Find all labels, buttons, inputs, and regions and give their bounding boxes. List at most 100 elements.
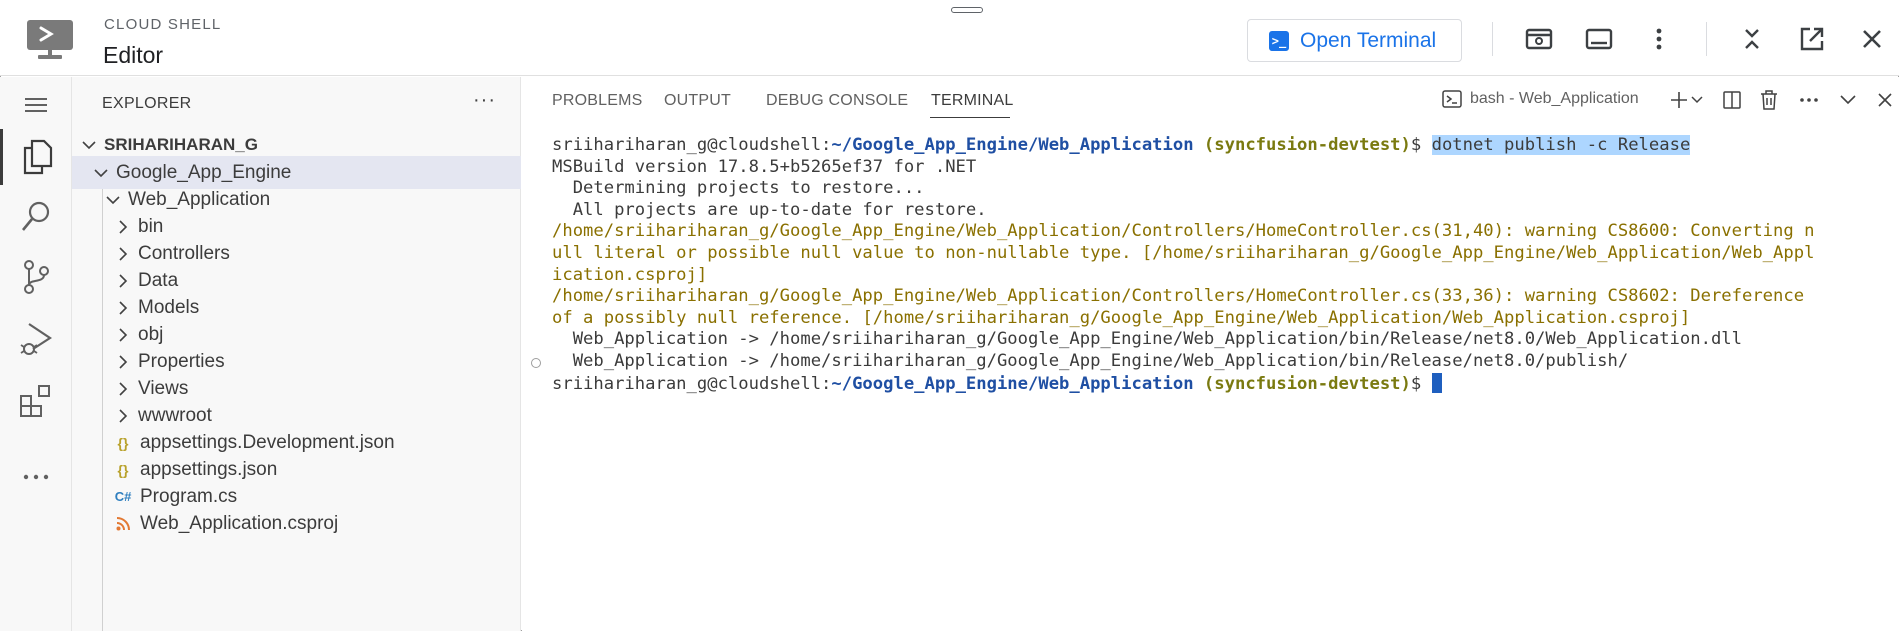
terminal-line: Web_Application -> /home/sriihariharan_g…: [552, 329, 1742, 350]
json-file-icon: {}: [117, 434, 129, 451]
tab-debug-console[interactable]: DEBUG CONSOLE: [766, 92, 908, 110]
more-horiz-icon: [23, 474, 49, 480]
explorer-activity[interactable]: [0, 129, 72, 185]
terminal-output[interactable]: sriihariharan_g@cloudshell:~/Google_App_…: [552, 135, 1892, 394]
close-button[interactable]: [1855, 22, 1889, 56]
tab-terminal[interactable]: TERMINAL: [931, 92, 1014, 110]
terminal-command: dotnet publish -c Release: [1431, 135, 1691, 155]
source-control-activity[interactable]: [0, 249, 72, 305]
close-icon: [1863, 30, 1881, 48]
chevron-right-icon: [114, 299, 132, 317]
hamburger-menu-icon: [25, 98, 47, 112]
prompt-path: ~/Google_App_Engine/Web_Application: [831, 135, 1194, 155]
run-debug-icon: [20, 323, 53, 355]
tree-item-label: appsettings.json: [140, 458, 278, 480]
search-activity[interactable]: [0, 189, 72, 245]
chevron-down-icon: [92, 164, 110, 182]
terminal-icon: >_: [1269, 30, 1289, 51]
chevron-down-icon: [1840, 95, 1856, 105]
trash-icon: [1761, 90, 1777, 110]
more-horiz-icon: [1800, 98, 1818, 102]
toggle-panel-button[interactable]: [1582, 22, 1616, 56]
explorer-more-button[interactable]: ···: [473, 89, 496, 112]
extensions-icon: [20, 385, 50, 417]
terminal-warning-line: /home/sriihariharan_g/Google_App_Engine/…: [552, 286, 1805, 307]
terminal-icon: [1442, 90, 1462, 108]
tree-file[interactable]: Web_Application.csproj: [72, 507, 521, 540]
terminal-command-line: sriihariharan_g@cloudshell:~/Google_App_…: [552, 135, 1892, 157]
terminal-dropdown-button[interactable]: [1688, 87, 1706, 113]
tree-item-label: Google_App_Engine: [116, 161, 292, 183]
terminal-selector[interactable]: bash - Web_Application: [1442, 89, 1639, 109]
activity-bar: [0, 77, 72, 631]
bottom-panel: PROBLEMS OUTPUT DEBUG CONSOLE TERMINAL b…: [522, 77, 1899, 631]
chevron-right-icon: [114, 245, 132, 263]
terminal-warning-line: ull literal or possible null value to no…: [552, 242, 1815, 263]
tree-item-label: wwwroot: [138, 404, 212, 426]
close-panel-button[interactable]: [1872, 87, 1898, 113]
run-debug-activity[interactable]: [0, 311, 72, 367]
terminal-line: Determining projects to restore...: [552, 178, 925, 199]
json-file-icon: {}: [117, 461, 129, 478]
terminal-prompt-line: sriihariharan_g@cloudshell:~/Google_App_…: [552, 372, 1892, 395]
command-decoration-icon[interactable]: [531, 358, 541, 368]
open-terminal-button[interactable]: >_ Open Terminal: [1247, 19, 1462, 62]
terminal-cursor: [1431, 372, 1442, 393]
prompt-project: (syncfusion-devtest): [1203, 135, 1411, 155]
panel-layout-icon: [1585, 28, 1613, 50]
chevron-right-icon: [114, 380, 132, 398]
web-preview-icon: [1525, 28, 1553, 50]
rss-file-icon: [114, 516, 132, 531]
tree-item-label: bin: [138, 215, 164, 237]
tree-item-label: Views: [138, 377, 189, 399]
plus-icon: [1671, 92, 1687, 108]
tree-item-label: obj: [138, 323, 164, 345]
tree-item-label: Program.cs: [140, 485, 238, 507]
terminal-line: All projects are up-to-date for restore.: [552, 199, 987, 220]
chevron-down-icon: [1691, 96, 1703, 104]
prompt-path: ~/Google_App_Engine/Web_Application: [831, 373, 1194, 394]
tree-item-label: Controllers: [138, 242, 230, 264]
more-vert-icon: [1656, 28, 1662, 50]
tab-output[interactable]: OUTPUT: [664, 92, 731, 110]
tree-item-label: Data: [138, 269, 179, 291]
minimize-button[interactable]: [1735, 22, 1769, 56]
web-preview-button[interactable]: [1522, 22, 1556, 56]
panel-more-button[interactable]: [1796, 87, 1822, 113]
chevron-right-icon: [114, 407, 132, 425]
chevron-right-icon: [114, 326, 132, 344]
terminal-warning-line: ication.csproj]: [552, 264, 708, 285]
terminal-selector-label: bash - Web_Application: [1470, 90, 1639, 107]
active-tab-indicator: [930, 117, 1010, 118]
terminal-line: MSBuild version 17.8.5+b5265ef37 for .NE…: [552, 156, 977, 177]
tree-item-label: appsettings.Development.json: [140, 431, 395, 453]
header-divider-2: [1706, 22, 1707, 56]
chevron-right-icon: [114, 218, 132, 236]
kill-terminal-button[interactable]: [1756, 87, 1782, 113]
terminal-warning-line: /home/sriihariharan_g/Google_App_Engine/…: [552, 221, 1815, 242]
more-options-button[interactable]: [1642, 22, 1676, 56]
header-title: Editor: [103, 42, 164, 68]
explorer-sidebar: EXPLORER ··· SRIHARIHARAN_G Google_App_E…: [72, 77, 521, 631]
prompt-symbol: $: [1410, 373, 1432, 394]
source-control-icon: [24, 260, 49, 294]
terminal-line: Web_Application -> /home/sriihariharan_g…: [552, 350, 1629, 371]
split-terminal-button[interactable]: [1719, 87, 1745, 113]
explorer-title: EXPLORER: [102, 95, 192, 112]
open-new-window-button[interactable]: [1795, 22, 1829, 56]
maximize-panel-button[interactable]: [1835, 87, 1861, 113]
tree-item-label: Web_Application: [128, 188, 271, 210]
files-icon: [23, 139, 52, 175]
more-activity[interactable]: [0, 449, 72, 505]
extensions-activity[interactable]: [0, 373, 72, 429]
drag-handle[interactable]: [951, 7, 983, 13]
chevron-down-icon: [104, 191, 122, 209]
tree-root-label: SRIHARIHARAN_G: [104, 134, 258, 154]
menu-button[interactable]: [0, 77, 72, 133]
tree-item-label: Properties: [138, 350, 225, 372]
header-subtitle: CLOUD SHELL: [104, 16, 222, 33]
tab-problems[interactable]: PROBLEMS: [552, 92, 643, 110]
close-icon: [1878, 93, 1892, 107]
chevron-right-icon: [114, 353, 132, 371]
chevron-down-icon: [80, 136, 98, 154]
